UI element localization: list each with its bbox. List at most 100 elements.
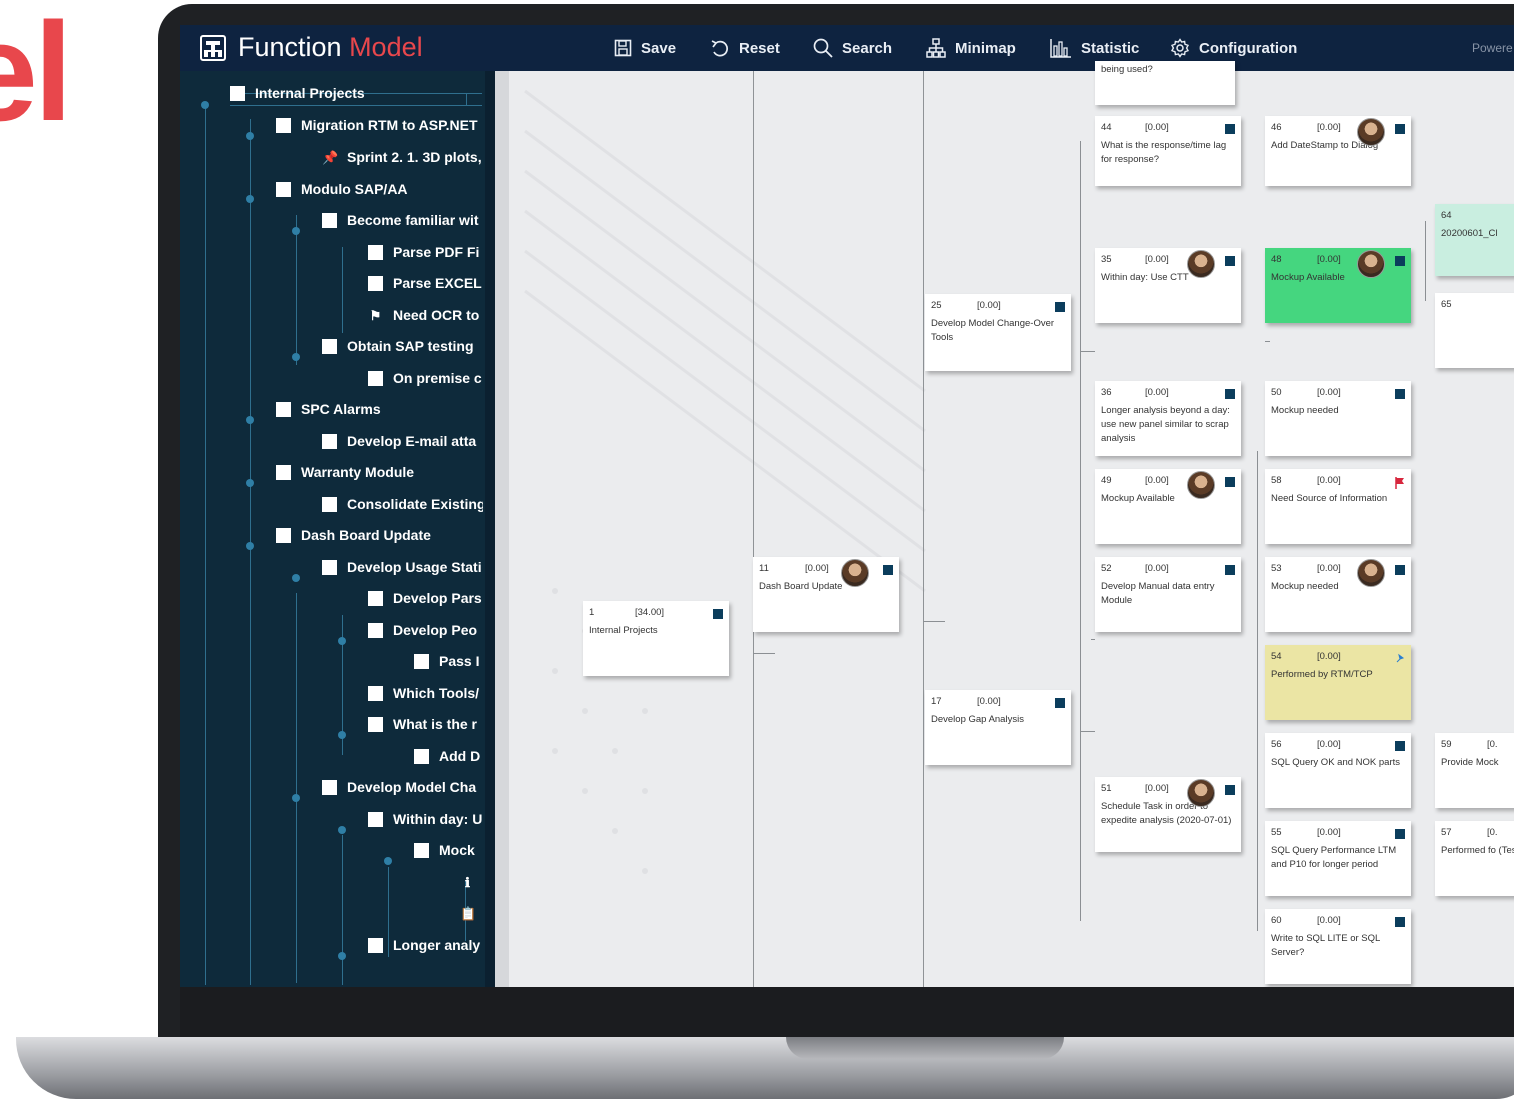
checkbox-icon[interactable]: [368, 685, 383, 701]
clipboard-icon[interactable]: 📋: [460, 906, 476, 921]
search-button[interactable]: Search: [813, 25, 892, 71]
pin-icon: [1395, 653, 1405, 663]
task-card[interactable]: 64 20200601_Cl: [1435, 204, 1514, 276]
tree-node[interactable]: 📋: [460, 902, 483, 924]
tree-node[interactable]: Dash Board Update: [276, 524, 483, 546]
task-card[interactable]: 56 [0.00] SQL Query OK and NOK parts: [1265, 733, 1411, 808]
checkbox-icon[interactable]: [368, 622, 383, 638]
tree-node[interactable]: Develop Usage Stati: [322, 556, 483, 578]
info-icon[interactable]: ℹ: [460, 875, 475, 890]
tree-node[interactable]: Become familiar wit: [322, 209, 483, 231]
card-value: [0.00]: [1317, 651, 1341, 662]
card-text: Performed by RTM/TCP: [1271, 669, 1373, 680]
card-id: 65: [1441, 299, 1452, 310]
tree-node-label: Warranty Module: [301, 464, 415, 480]
tree-node[interactable]: Pass I: [414, 650, 483, 672]
task-card[interactable]: 54 [0.00] Performed by RTM/TCP: [1265, 645, 1411, 720]
task-card[interactable]: 52 [0.00] Develop Manual data entry Module: [1095, 557, 1241, 632]
sidebar-scrollbar[interactable]: [485, 71, 495, 987]
tree-node[interactable]: Add D: [414, 745, 483, 767]
task-card[interactable]: 59 [0. Provide Mock: [1435, 733, 1514, 808]
tree-node[interactable]: Develop Model Cha: [322, 776, 483, 798]
task-card[interactable]: 51 [0.00] Schedule Task in order to expedi…: [1095, 777, 1241, 852]
tree-node[interactable]: Migration RTM to ASP.NET: [276, 114, 483, 136]
reset-button[interactable]: Reset: [710, 25, 780, 71]
task-card[interactable]: 65: [1435, 293, 1514, 368]
reset-icon: [711, 40, 728, 57]
task-card[interactable]: 48 [0.00] Mockup Available: [1265, 248, 1411, 323]
assignee-avatar: [1357, 559, 1385, 587]
tree-node[interactable]: ⚑ Need OCR to: [368, 304, 483, 326]
tree-node[interactable]: Develop E-mail atta: [322, 430, 483, 452]
tree-node[interactable]: Internal Projects: [230, 82, 483, 104]
tree-node[interactable]: Modulo SAP/AA: [276, 178, 483, 200]
tree-node-label: Develop Pars: [393, 590, 482, 606]
tree-node[interactable]: Consolidate Existing: [322, 493, 483, 515]
task-card[interactable]: 49 [0.00] Mockup Available: [1095, 469, 1241, 544]
checkbox-icon[interactable]: [414, 748, 429, 764]
checkbox-icon[interactable]: [276, 117, 291, 133]
task-card[interactable]: 57 [0. Performed fo (Test Plan): [1435, 821, 1514, 896]
checkbox-icon[interactable]: [322, 496, 337, 512]
tree-node[interactable]: Develop Peo: [368, 619, 483, 641]
minimap-button[interactable]: Minimap: [926, 25, 1016, 71]
tree-node[interactable]: Parse PDF Fi: [368, 241, 483, 263]
checkbox-icon[interactable]: [322, 433, 337, 449]
top-toolbar: Function Model Save Reset Search Minimap…: [180, 25, 1514, 71]
tree-node[interactable]: ℹ: [460, 871, 483, 893]
task-card[interactable]: 35 [0.00] Within day: Use CTT: [1095, 248, 1241, 323]
function-model-canvas[interactable]: being used? 44 [0.00] What is the response/…: [495, 61, 1514, 987]
flag-icon[interactable]: ⚑: [368, 308, 383, 323]
tree-node[interactable]: Longer analy: [368, 934, 483, 956]
checkbox-icon[interactable]: [276, 527, 291, 543]
checkbox-icon[interactable]: [414, 653, 429, 669]
checkbox-icon[interactable]: [276, 401, 291, 417]
task-card[interactable]: 58 [0.00] Need Source of Information: [1265, 469, 1411, 544]
tree-node[interactable]: 📌 Sprint 2. 1. 3D plots,: [322, 146, 483, 168]
task-card[interactable]: 1 [34.00] Internal Projects: [583, 601, 729, 676]
tree-node[interactable]: SPC Alarms: [276, 398, 483, 420]
checkbox-icon[interactable]: [368, 590, 383, 606]
task-card[interactable]: 46 [0.00] Add DateStamp to Dialog: [1265, 116, 1411, 186]
task-card[interactable]: 50 [0.00] Mockup needed: [1265, 381, 1411, 456]
checkbox-icon[interactable]: [368, 811, 383, 827]
tree-node[interactable]: Warranty Module: [276, 461, 483, 483]
tree-node[interactable]: Mock: [414, 839, 483, 861]
task-card[interactable]: 36 [0.00] Longer analysis beyond a day: us…: [1095, 381, 1241, 456]
checkbox-icon[interactable]: [322, 338, 337, 354]
card-text: Develop Manual data entry Module: [1101, 581, 1215, 606]
tree-node[interactable]: On premise c: [368, 367, 483, 389]
tree-node[interactable]: Parse EXCEL: [368, 272, 483, 294]
task-card[interactable]: 25 [0.00] Develop Model Change-Over Tools: [925, 294, 1071, 371]
card-id: 54: [1271, 651, 1282, 662]
checkbox-icon[interactable]: [322, 559, 337, 575]
status-flag-icon: [1225, 389, 1235, 399]
task-card[interactable]: being used?: [1095, 61, 1235, 105]
tree-node[interactable]: Within day: U: [368, 808, 483, 830]
tree-node[interactable]: What is the r: [368, 713, 483, 735]
checkbox-icon[interactable]: [230, 85, 245, 101]
task-card[interactable]: 55 [0.00] SQL Query Performance LTM and P1…: [1265, 821, 1411, 896]
checkbox-icon[interactable]: [276, 464, 291, 480]
tree-node[interactable]: Obtain SAP testing: [322, 335, 483, 357]
status-flag-icon: [1055, 698, 1065, 708]
checkbox-icon[interactable]: [368, 937, 383, 953]
tree-node[interactable]: Develop Pars: [368, 587, 483, 609]
checkbox-icon[interactable]: [368, 244, 383, 260]
task-card[interactable]: 60 [0.00] Write to SQL LITE or SQL Server?: [1265, 909, 1411, 984]
save-button[interactable]: Save: [614, 25, 676, 71]
tree-node[interactable]: Which Tools/: [368, 682, 483, 704]
task-card[interactable]: 17 [0.00] Develop Gap Analysis: [925, 690, 1071, 765]
checkbox-icon[interactable]: [368, 370, 383, 386]
checkbox-icon[interactable]: [414, 842, 429, 858]
card-id: 35: [1101, 254, 1112, 265]
pin-icon[interactable]: 📌: [322, 150, 338, 165]
checkbox-icon[interactable]: [368, 275, 383, 291]
checkbox-icon[interactable]: [276, 181, 291, 197]
checkbox-icon[interactable]: [322, 212, 337, 228]
task-card[interactable]: 44 [0.00] What is the response/time lag fo…: [1095, 116, 1241, 186]
checkbox-icon[interactable]: [368, 716, 383, 732]
task-card[interactable]: 53 [0.00] Mockup needed: [1265, 557, 1411, 632]
checkbox-icon[interactable]: [322, 779, 337, 795]
task-card[interactable]: 11 [0.00] Dash Board Update: [753, 557, 899, 632]
